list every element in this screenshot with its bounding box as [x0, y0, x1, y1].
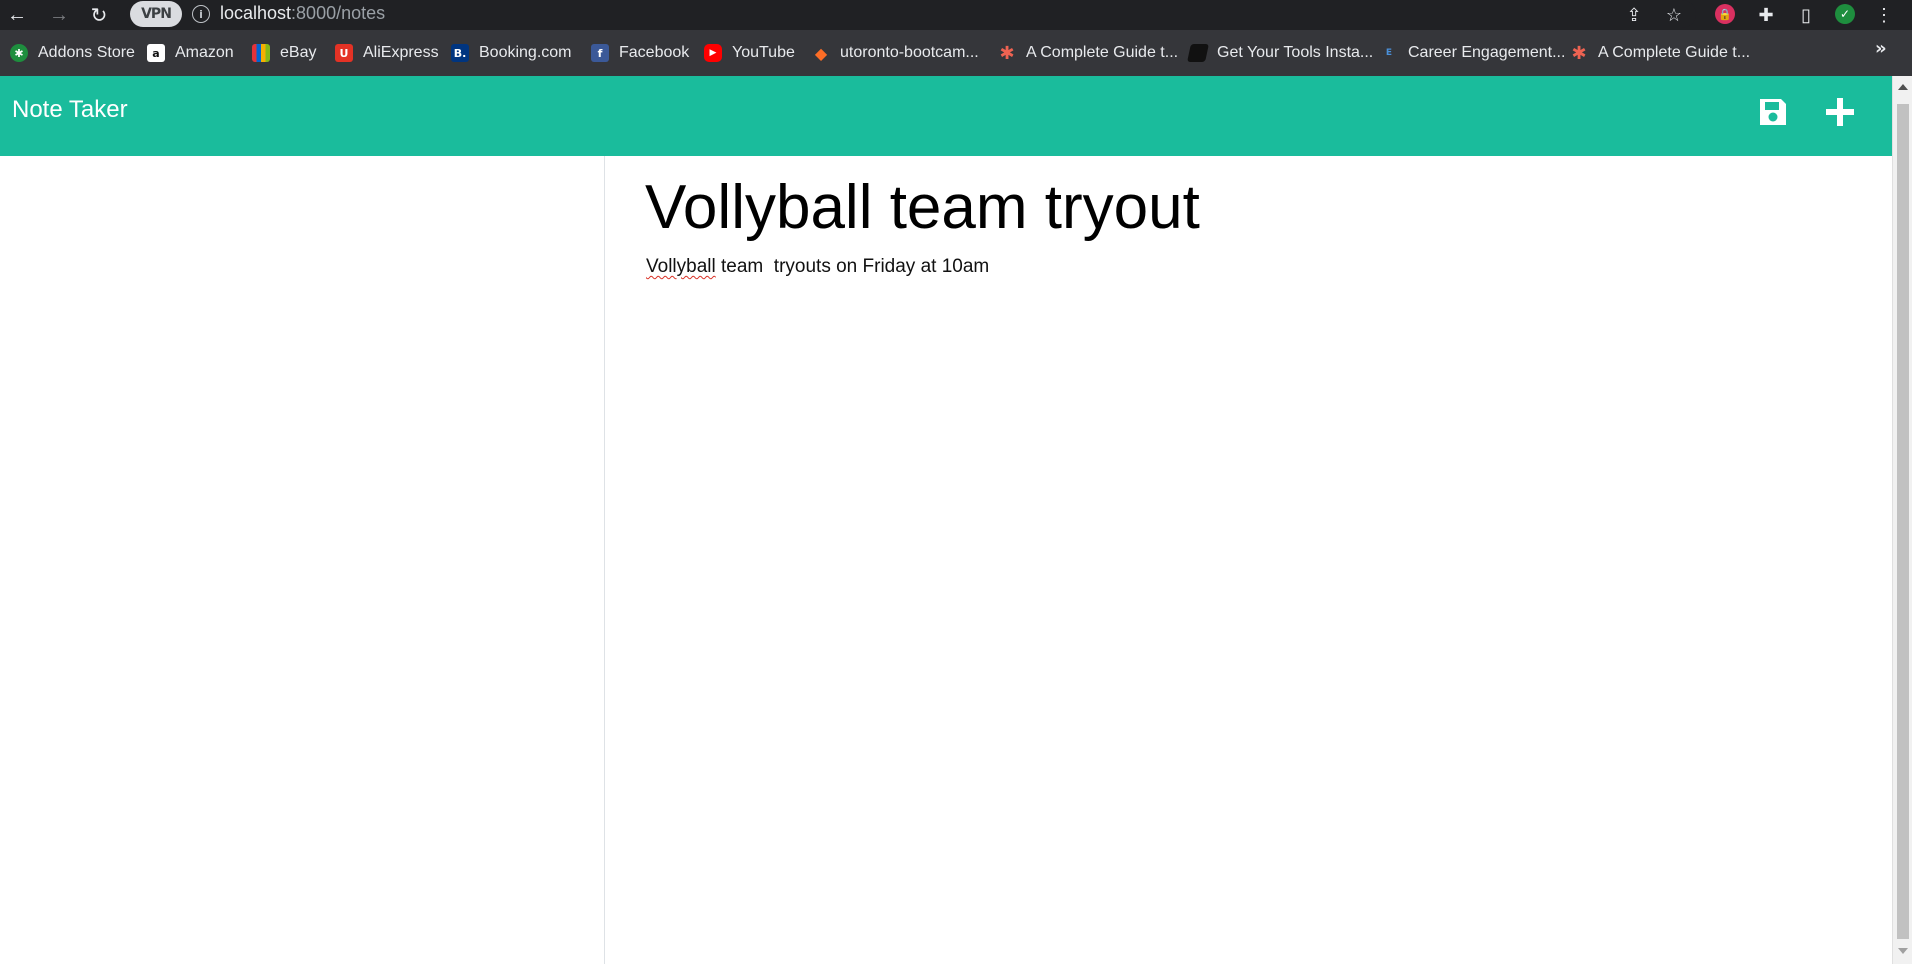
bookmark-label: A Complete Guide t...: [1598, 44, 1751, 61]
bookmark-label: Get Your Tools Insta...: [1217, 44, 1374, 61]
bookmark-item[interactable]: ✱ A Complete Guide t...: [998, 40, 1178, 66]
extensions-puzzle-icon[interactable]: ✚: [1752, 2, 1780, 28]
ebay-icon: [252, 44, 270, 62]
scroll-down-arrow-icon[interactable]: [1898, 948, 1908, 954]
note-text-rest: team tryouts on Friday at 10am: [715, 256, 990, 277]
note-editor: Vollyball team tryout Vollyball team try…: [605, 156, 1892, 964]
book-icon: [1187, 44, 1209, 62]
bookmark-item[interactable]: ✱ Addons Store: [10, 40, 135, 66]
vpn-badge[interactable]: VPN: [130, 1, 182, 27]
side-panel-icon[interactable]: ▯: [1792, 2, 1820, 28]
note-title-input[interactable]: Vollyball team tryout: [645, 172, 1845, 243]
aliexpress-icon: U: [335, 44, 353, 62]
notes-list: [0, 156, 605, 964]
page-scrollbar[interactable]: [1892, 76, 1912, 964]
facebook-icon: f: [591, 44, 609, 62]
bookmark-star-icon[interactable]: ☆: [1660, 2, 1688, 28]
bookmark-item[interactable]: Get Your Tools Insta...: [1187, 40, 1374, 66]
site-info-icon[interactable]: i: [192, 5, 210, 23]
bookmark-item[interactable]: U AliExpress: [335, 40, 439, 66]
bookmark-item[interactable]: ✱ A Complete Guide t...: [1570, 40, 1750, 66]
gitlab-icon: ◆: [814, 43, 828, 63]
forward-arrow-icon[interactable]: →: [46, 2, 72, 28]
back-arrow-icon[interactable]: ←: [4, 2, 30, 28]
app-brand[interactable]: Note Taker: [12, 96, 128, 124]
scrollbar-thumb[interactable]: [1897, 104, 1909, 939]
bookmark-label: AliExpress: [363, 44, 439, 61]
reload-icon[interactable]: ↻: [86, 2, 112, 28]
scroll-up-arrow-icon[interactable]: [1898, 84, 1908, 90]
app-navbar: Note Taker: [0, 76, 1892, 156]
share-icon[interactable]: ⇪: [1620, 2, 1648, 28]
browser-menu-icon[interactable]: ⋮: [1870, 2, 1898, 28]
misspelled-word: Vollyball: [646, 256, 716, 277]
bookmark-label: Career Engagement...: [1408, 44, 1566, 61]
youtube-icon: ▶: [704, 44, 722, 62]
bookmark-label: eBay: [280, 44, 317, 61]
career-icon: E: [1385, 48, 1393, 58]
bookmark-label: Amazon: [175, 44, 234, 61]
bookmark-item[interactable]: eBay: [252, 40, 316, 66]
addons-store-icon: ✱: [10, 44, 28, 62]
bookmark-item[interactable]: f Facebook: [591, 40, 689, 66]
url-text[interactable]: localhost:8000/notes: [220, 3, 385, 24]
bookmark-item[interactable]: ◆ utoronto-bootcam...: [812, 40, 979, 66]
bookmark-label: A Complete Guide t...: [1026, 44, 1179, 61]
extension-lock-icon[interactable]: 🔒: [1715, 4, 1735, 24]
bookmarks-bar: ✱ Addons Store a Amazon eBay U AliExpress B…: [0, 30, 1912, 76]
booking-icon: B.: [451, 44, 469, 62]
url-host: localhost: [220, 3, 292, 23]
bookmark-label: YouTube: [732, 44, 795, 61]
bookmark-item[interactable]: ▶ YouTube: [704, 40, 795, 66]
bookmarks-overflow-icon[interactable]: »: [1875, 38, 1887, 59]
bookmark-label: utoronto-bootcam...: [840, 44, 979, 61]
url-path: :8000/notes: [291, 3, 386, 23]
bookmark-item[interactable]: B. Booking.com: [451, 40, 572, 66]
save-icon[interactable]: [1755, 94, 1791, 130]
amazon-icon: a: [147, 44, 165, 62]
note-text-area[interactable]: Vollyball team tryouts on Friday at 10am: [646, 256, 1846, 278]
extension-shield-icon[interactable]: ✓: [1835, 4, 1855, 24]
bookmark-item[interactable]: a Amazon: [147, 40, 234, 66]
bookmark-label: Booking.com: [479, 44, 572, 61]
bookmark-label: Addons Store: [38, 44, 135, 61]
asterisk-icon: ✱: [999, 42, 1015, 64]
plus-icon[interactable]: [1822, 94, 1858, 130]
bookmark-label: Facebook: [619, 44, 690, 61]
asterisk-icon: ✱: [1571, 42, 1587, 64]
bookmark-item[interactable]: E Career Engagement...: [1380, 40, 1566, 66]
browser-toolbar: ← → ↻ VPN i localhost:8000/notes ⇪ ☆ 🔒 ✚…: [0, 0, 1912, 30]
